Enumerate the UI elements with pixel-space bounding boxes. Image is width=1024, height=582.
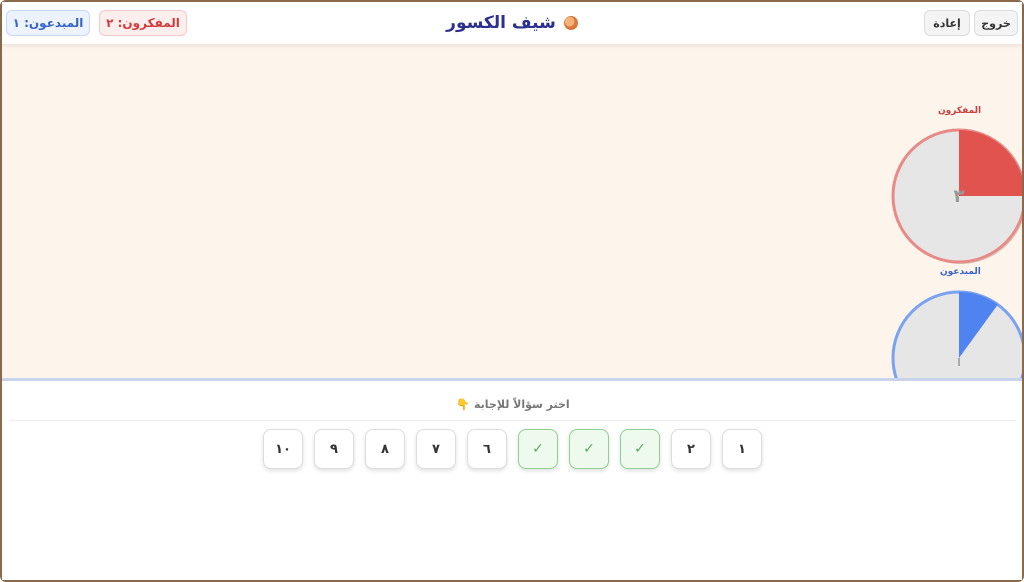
question-button-1[interactable]: ١	[722, 429, 762, 469]
game-board: المفكرون ٣ المبدعون	[2, 44, 1022, 380]
question-button-7[interactable]: ٧	[416, 429, 456, 469]
question-button-2[interactable]: ٢	[671, 429, 711, 469]
thinkers-team-label: المفكرون	[938, 106, 982, 116]
point-down-icon: 👇	[456, 398, 470, 411]
question-button-4[interactable]: ✓	[569, 429, 609, 469]
thinkers-pizza-pie: ٣	[891, 128, 1022, 264]
question-panel: اختر سؤالاً للإجابة 👇 ١ ٢ ✓ ✓ ✓ ٦ ٧ ٨ ٩ ١٠	[2, 378, 1022, 580]
question-button-8[interactable]: ٨	[365, 429, 405, 469]
question-button-9[interactable]: ٩	[314, 429, 354, 469]
creators-pie-base	[891, 290, 1022, 380]
thinkers-pie-center-label: ٣	[954, 186, 965, 207]
top-bar: خروج إعادة شيف الكسور المفكرون: ٢ المبدع…	[2, 2, 1022, 44]
question-prompt: اختر سؤالاً للإجابة 👇	[10, 389, 1016, 421]
thinkers-pie-slice	[959, 130, 1022, 196]
question-button-5[interactable]: ✓	[518, 429, 558, 469]
question-button-3[interactable]: ✓	[620, 429, 660, 469]
question-button-6[interactable]: ٦	[467, 429, 507, 469]
prompt-text: اختر سؤالاً للإجابة	[474, 398, 570, 411]
creators-team-label: المبدعون	[940, 267, 981, 277]
thinkers-score-badge: المفكرون: ٢	[99, 10, 187, 36]
creators-score-badge: المبدعون: ١	[6, 10, 90, 36]
pizza-icon	[563, 16, 578, 30]
question-button-10[interactable]: ١٠	[263, 429, 303, 469]
game-title: شيف الكسور	[446, 13, 556, 33]
creators-pizza-pie	[891, 290, 1022, 380]
